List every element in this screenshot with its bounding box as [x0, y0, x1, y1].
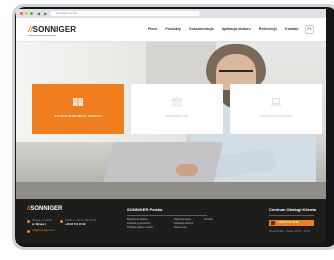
email-icon	[27, 230, 30, 233]
phone-icon	[60, 220, 63, 223]
site-footer: //SONNIGER Wyspa 1, Kraków ul. Wyspa 1 T…	[16, 199, 326, 243]
book-icon	[73, 98, 83, 106]
support-phone-label: +48 34 741 10 49	[278, 221, 299, 224]
building-icon	[171, 97, 183, 107]
photo-man-glasses	[219, 70, 253, 77]
site-header: //SONNIGER Piece Produkty Dokumentacja A…	[16, 18, 326, 42]
support-title: Centrum Obsługi Klienta	[269, 207, 316, 212]
support-hours: Poniedziałek - Piątek: 08:00 - 16:00	[269, 230, 310, 233]
email-link[interactable]: info@sonniger.com	[32, 229, 54, 232]
card-label: KALKULATOR MOCY CIEPŁEJ	[54, 114, 102, 118]
card-label: APLIKACJA DOBORU	[259, 114, 293, 118]
logo-text: SONNIGER	[32, 25, 77, 34]
menu-item-produkty[interactable]: Produkty	[165, 27, 181, 31]
support-divider	[269, 215, 314, 216]
hero-photo: KALKULATOR MOCY CIEPŁEJ REFERENCJE APLIK…	[16, 42, 326, 199]
browser-screen: ◀ ▶ sonniger.com/pl ⋮ //SONNIGER Piece P…	[16, 9, 326, 243]
card-label: REFERENCJE	[166, 114, 188, 118]
card-kalkulator[interactable]: KALKULATOR MOCY CIEPŁEJ	[32, 84, 124, 134]
browser-toolbar: ◀ ▶ sonniger.com/pl ⋮	[16, 9, 326, 18]
card-aplikacja[interactable]: APLIKACJA DOBORU	[230, 84, 322, 134]
address-value: ul. Wyspa 1	[32, 223, 47, 226]
menu-item-kontakt[interactable]: Kontakt	[285, 27, 298, 31]
logo-underline	[28, 35, 56, 36]
company-title: SONNIGER Polska	[127, 207, 163, 212]
support-phone-button[interactable]: +48 34 741 10 49	[269, 220, 314, 226]
minimize-window-icon[interactable]	[25, 12, 28, 15]
close-window-icon[interactable]	[20, 12, 23, 15]
language-button[interactable]: PL	[305, 25, 314, 34]
photo-desk	[16, 182, 326, 199]
back-arrow-icon[interactable]: ◀	[37, 11, 40, 16]
card-referencje[interactable]: REFERENCJE	[131, 84, 223, 134]
footer-link-referencje[interactable]: Referencje	[174, 226, 187, 229]
menu-item-aplikacja-doboru[interactable]: Aplikacja doboru	[222, 27, 251, 31]
footer-logo[interactable]: //SONNIGER	[27, 206, 62, 212]
window-controls	[20, 12, 33, 15]
menu-item-dokumentacja[interactable]: Dokumentacja	[189, 27, 214, 31]
phone-label: Telefon / +48 34 741 10 49	[65, 219, 96, 222]
location-icon	[27, 220, 30, 223]
menu-item-referencje[interactable]: Referencje	[259, 27, 277, 31]
footer-link-kontakt[interactable]: Kontakt	[204, 218, 213, 221]
footer-link-privacy[interactable]: Polityka prywatności	[127, 222, 151, 225]
menu-item-piece[interactable]: Piece	[148, 27, 157, 31]
maximize-window-icon[interactable]	[30, 12, 33, 15]
laptop-icon	[271, 98, 281, 106]
forward-arrow-icon[interactable]: ▶	[44, 11, 47, 16]
sonniger-logo[interactable]: //SONNIGER	[28, 25, 76, 34]
browser-menu-icon[interactable]: ⋮	[319, 11, 322, 15]
phone-button-icon	[271, 221, 275, 225]
address-label: Wyspa 1, Kraków	[32, 219, 53, 222]
footer-logo-text: SONNIGER	[30, 206, 63, 212]
footer-link-cookies[interactable]: Polityka plików cookies	[127, 226, 154, 229]
main-menu: Piece Produkty Dokumentacja Aplikacja do…	[148, 27, 299, 31]
footer-link-dokumentacja[interactable]: Dokumentacja	[174, 218, 191, 221]
photo-man-hand	[176, 164, 198, 176]
company-divider	[127, 215, 207, 216]
address-bar[interactable]: sonniger.com/pl	[50, 11, 200, 16]
footer-link-aplikacja[interactable]: Aplikacja doboru	[174, 222, 193, 225]
footer-link-regulamin[interactable]: Regulamin sklepu	[127, 218, 148, 221]
phone-value[interactable]: +48 34 741 10 49	[65, 223, 85, 226]
